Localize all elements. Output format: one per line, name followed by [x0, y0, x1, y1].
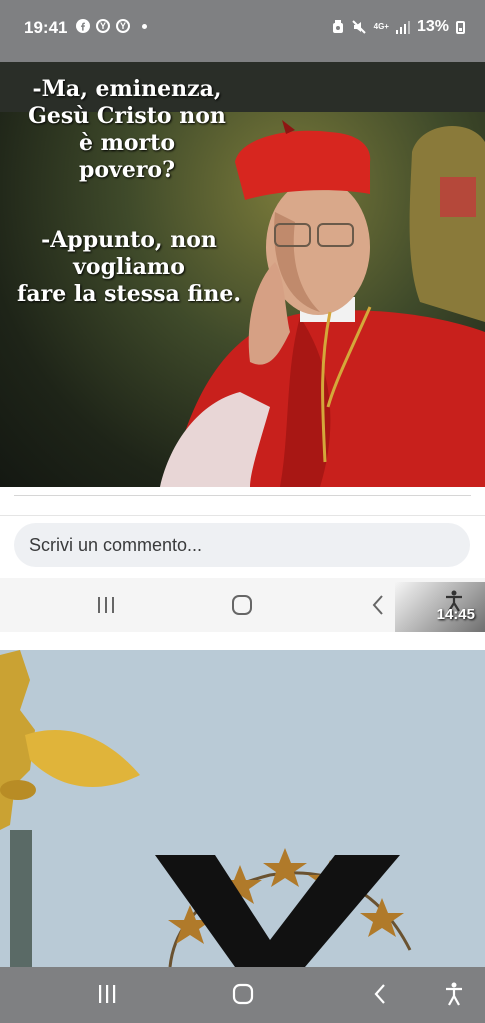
status-time: 19:41	[24, 18, 68, 37]
navigation-bar	[0, 967, 485, 1023]
accessibility-icon[interactable]	[444, 982, 464, 1006]
divider	[14, 495, 471, 496]
comment-input[interactable]: Scrivi un commento...	[14, 523, 470, 567]
alarm-icon	[332, 20, 343, 33]
divider	[0, 515, 485, 516]
post-footer	[0, 487, 485, 517]
battery-icon	[456, 20, 465, 34]
notification-icons: Y Y	[76, 19, 147, 33]
divider	[0, 632, 485, 650]
signal-icon	[395, 20, 410, 34]
meme-image[interactable]: -Ma, eminenza, Gesù Cristo non è morto p…	[0, 62, 485, 487]
system-icons: 4G+ 13%	[332, 18, 465, 36]
mute-icon	[351, 20, 366, 34]
video-timestamp: 14:45	[436, 606, 475, 623]
status-bar: 19:41 Y Y 4G+ 13%	[0, 0, 485, 62]
notification-dot	[142, 23, 147, 29]
battery-percent: 13%	[416, 18, 449, 35]
y-circle-icon: Y	[116, 19, 130, 33]
back-icon[interactable]	[372, 983, 388, 1005]
facebook-icon	[76, 19, 90, 33]
recent-apps-icon[interactable]	[96, 596, 116, 614]
photo-image[interactable]	[0, 650, 485, 967]
y-circle-icon: Y	[96, 19, 110, 33]
flag-weathervane-illustration	[0, 650, 412, 967]
meme-answer: -Appunto, non vogliamo fare la stessa fi…	[16, 227, 242, 307]
recent-apps-icon[interactable]	[97, 984, 117, 1004]
home-icon[interactable]	[231, 594, 253, 616]
home-icon[interactable]	[232, 983, 254, 1005]
back-icon[interactable]	[370, 594, 386, 616]
network-type: 4G+	[373, 22, 389, 31]
meme-question: -Ma, eminenza, Gesù Cristo non è morto p…	[28, 76, 226, 183]
